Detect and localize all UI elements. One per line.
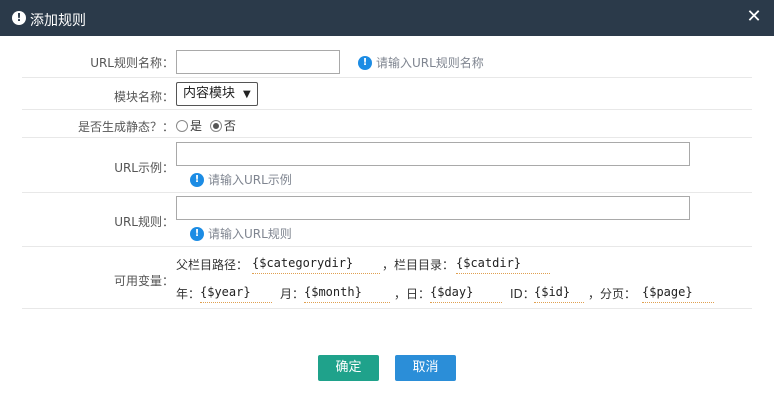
row-variables: 可用变量： 父栏目路径： {$categorydir} ，栏目目录： {$cat…	[22, 247, 752, 309]
cat-dir-label: ，栏目目录：	[382, 258, 455, 272]
month-var: {$month}	[304, 285, 390, 303]
cancel-button[interactable]: 取消	[395, 355, 456, 381]
rule-hint: ! 请输入URL规则	[190, 225, 292, 242]
static-label: 是否生成静态？：	[77, 120, 174, 134]
example-input[interactable]	[176, 142, 690, 166]
module-select[interactable]: 内容模块 ▼	[176, 82, 258, 106]
static-radio-group: 是 否	[176, 117, 236, 134]
rule-name-label: URL规则名称：	[90, 56, 174, 70]
vars-label: 可用变量：	[113, 274, 174, 288]
example-hint: ! 请输入URL示例	[190, 171, 292, 188]
page-label: ，分页：	[588, 287, 637, 301]
static-radio-yes[interactable]	[176, 119, 188, 132]
module-selected-value: 内容模块	[183, 86, 236, 101]
module-label: 模块名称：	[113, 90, 174, 104]
rule-name-input[interactable]	[176, 50, 340, 74]
parent-path-label: 父栏目路径：	[176, 258, 249, 272]
parent-path-var: {$categorydir}	[252, 256, 380, 274]
rule-label: URL规则：	[114, 215, 174, 229]
static-option-yes: 是	[190, 119, 203, 133]
day-var: {$day}	[430, 285, 502, 303]
info-icon: !	[190, 226, 204, 241]
close-icon[interactable]: ✕	[746, 8, 762, 26]
dialog-title: 添加规则	[30, 13, 86, 29]
day-label: ，日：	[394, 287, 431, 301]
info-icon: !	[190, 172, 204, 187]
row-url-rule: URL规则： ! 请输入URL规则	[22, 193, 752, 247]
rule-input[interactable]	[176, 196, 690, 220]
dialog-titlebar: ! 添加规则 ✕	[0, 0, 774, 36]
row-url-example: URL示例： ! 请输入URL示例	[22, 138, 752, 193]
chevron-down-icon: ▼	[243, 89, 251, 100]
id-label: ID：	[510, 287, 535, 301]
row-rule-name: URL规则名称： ! 请输入URL规则名称	[22, 42, 752, 78]
static-option-no: 否	[223, 119, 236, 133]
id-var: {$id}	[534, 285, 584, 303]
row-module: 模块名称： 内容模块 ▼	[22, 78, 752, 110]
example-label: URL示例：	[114, 161, 174, 175]
year-var: {$year}	[200, 285, 272, 303]
dialog-body: URL规则名称： ! 请输入URL规则名称 模块名称： 内容模块 ▼ 是否生成静态？…	[2, 36, 772, 400]
rule-name-hint: ! 请输入URL规则名称	[358, 54, 484, 71]
exclamation-icon: !	[12, 11, 26, 25]
info-icon: !	[358, 55, 372, 70]
page-var: {$page}	[642, 285, 714, 303]
static-radio-no[interactable]	[209, 119, 222, 132]
year-label: 年：	[176, 287, 201, 301]
ok-button[interactable]: 确定	[318, 355, 379, 381]
cat-dir-var: {$catdir}	[456, 256, 550, 274]
row-static: 是否生成静态？： 是 否	[22, 110, 752, 138]
month-label: 月：	[280, 287, 305, 301]
